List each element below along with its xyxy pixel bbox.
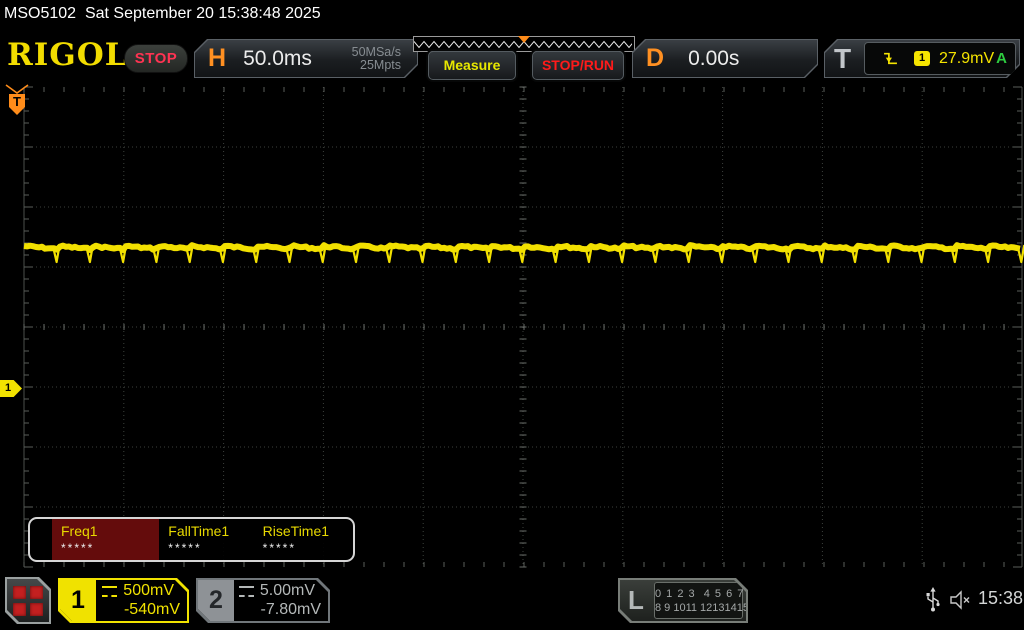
trigger-source-badge: 1: [914, 51, 930, 66]
logic-row-1: 0 1 2 3 4 5 6 7: [655, 587, 745, 600]
measurement-value: *****: [262, 541, 297, 555]
sample-rate: 50MSa/s: [351, 44, 401, 59]
channel2-scale: 5.00mV: [259, 582, 315, 599]
top-status-bar: MSO5102 Sat September 20 15:38:48 2025: [0, 0, 1024, 30]
delay-value: 0.00s: [688, 46, 740, 70]
bottom-bar: 1 500mV -540mV 2 5.00mV -7.80mV L 0 1 2: [0, 572, 1024, 630]
dc-coupling-icon: [102, 586, 117, 597]
measurement-name: RiseTime1: [262, 523, 330, 539]
clock: 15:38: [978, 588, 1024, 608]
channel1-scale: 500mV: [123, 582, 174, 599]
scope-display: T 1 Freq1 ***** FallTime1 ***** RiseTime…: [0, 84, 1024, 572]
svg-text:T: T: [13, 94, 21, 109]
channel2-tab: 2: [198, 580, 234, 621]
trigger-info: 1 27.9mV A: [864, 42, 1016, 75]
channel2-offset: -7.80mV: [260, 601, 321, 618]
model-label: MSO5102: [4, 5, 77, 22]
oscilloscope-screen: MSO5102 Sat September 20 15:38:48 2025 R…: [0, 0, 1024, 630]
measurement-value: *****: [61, 541, 95, 555]
t-label: T: [834, 42, 852, 74]
trigger-sweep-mode: A: [996, 50, 1007, 67]
header-bar: RIGOL STOP H 50.0ms 50MSa/s 25Mpts Measu…: [0, 30, 1024, 84]
measure-button[interactable]: Measure: [428, 51, 516, 80]
measurement-item[interactable]: Freq1 *****: [52, 519, 160, 560]
waveform-overview-strip[interactable]: [413, 36, 635, 52]
overview-trigger-position-icon[interactable]: [518, 36, 530, 43]
trigger-box[interactable]: T 1 27.9mV A: [824, 39, 1020, 78]
speaker-muted-icon[interactable]: [949, 590, 973, 610]
rigol-logo: RIGOL: [7, 37, 128, 73]
measurement-name: Freq1: [61, 523, 98, 539]
datetime-label: Sat September 20 15:38:48 2025: [84, 5, 321, 22]
channels-menu-button[interactable]: [5, 577, 51, 624]
logic-channel-numbers: 0 1 2 3 4 5 6 7 8 9 1011 12131415: [654, 582, 743, 619]
memory-depth: 25Mpts: [360, 57, 401, 72]
ch1-waveform: [23, 242, 1024, 264]
trigger-position-marker[interactable]: T: [0, 84, 34, 122]
channel1-block[interactable]: 1 500mV -540mV: [58, 578, 189, 623]
h-label: H: [208, 44, 227, 72]
acquisition-rates: 50MSa/s 25Mpts: [352, 46, 401, 72]
logic-channels-block[interactable]: L 0 1 2 3 4 5 6 7 8 9 1011 12131415: [618, 578, 748, 623]
dc-coupling-icon: [239, 586, 254, 597]
measurement-item[interactable]: RiseTime1 *****: [254, 519, 353, 560]
d-label: D: [646, 44, 665, 72]
usb-icon: [926, 587, 940, 612]
channel1-tab: 1: [60, 580, 96, 621]
trigger-level-value: 27.9mV: [939, 49, 995, 67]
measurement-panel: Freq1 ***** FallTime1 ***** RiseTime1 **…: [28, 517, 355, 562]
logic-row-2: 8 9 1011 12131415: [655, 601, 749, 614]
run-state-badge[interactable]: STOP: [124, 44, 188, 73]
horizontal-box[interactable]: H 50.0ms 50MSa/s 25Mpts: [194, 39, 418, 78]
measurement-value: *****: [168, 541, 202, 555]
channel2-block[interactable]: 2 5.00mV -7.80mV: [196, 578, 330, 623]
model-and-datetime: MSO5102 Sat September 20 15:38:48 2025: [4, 5, 321, 23]
timebase-value: 50.0ms: [243, 46, 312, 70]
stop-run-button[interactable]: STOP/RUN: [532, 51, 624, 80]
measurement-name: FallTime1: [168, 523, 230, 539]
trigger-slope-icon: [883, 51, 898, 66]
delay-box[interactable]: D 0.00s: [632, 39, 818, 78]
channel1-offset: -540mV: [123, 601, 180, 618]
red-grid-icon: [7, 579, 49, 622]
measurement-item[interactable]: FallTime1 *****: [159, 519, 253, 560]
logic-label: L: [628, 585, 644, 615]
